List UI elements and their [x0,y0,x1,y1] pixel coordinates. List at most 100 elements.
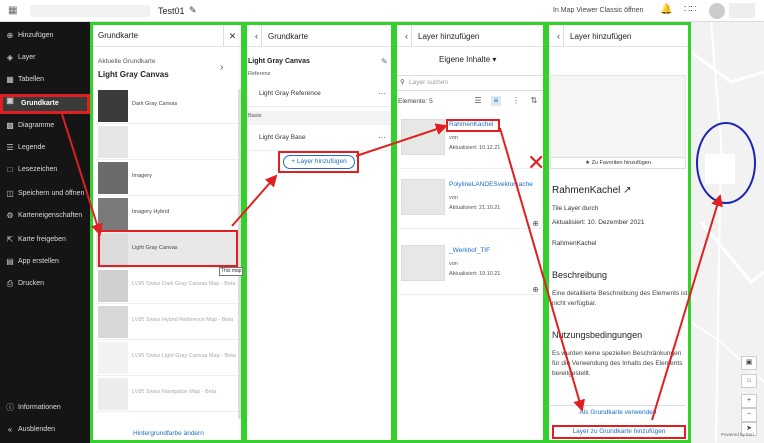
info-icon: ⓘ [6,403,14,412]
avatar[interactable] [709,3,725,19]
basemap-item[interactable]: Imagery [96,160,239,196]
legend-icon: ☰ [6,143,14,152]
basemap-item[interactable]: LV95 Swiss Light Gray Canvas Map - Beta [96,340,239,376]
nav-item-layer[interactable]: ◈ Layer [0,48,90,68]
map-credit: Powered by Esri [721,432,754,437]
chevron-right-icon[interactable]: › [220,62,223,73]
breadcrumb-redacted [30,5,150,17]
app-launcher-icon[interactable]: ▦ [8,6,18,16]
back-icon[interactable]: ‹ [252,25,262,47]
list-item[interactable]: PolylineLANDESvektorkache von Aktualisie… [399,177,541,229]
table-icon: ▦ [6,75,14,84]
external-link-icon[interactable]: ↗ [623,185,631,196]
user-name-redacted[interactable] [729,3,755,18]
more-options-icon[interactable]: ··· [378,125,386,151]
home-icon[interactable]: ⌂ [741,374,757,388]
scrollbar[interactable] [238,89,241,419]
use-as-basemap-button[interactable]: Als Grundkarte verwenden [550,405,686,419]
item-owner: von [449,195,458,201]
zoom-in-button[interactable]: + [741,394,757,408]
item-updated: Aktualisiert: 19.10.21 [449,271,501,277]
more-options-icon[interactable]: ··· [378,81,386,107]
chevron-down-icon: ▾ [492,55,497,64]
panel-header: ‹ Layer hinzufügen [397,25,543,47]
nav-item-app-erstellen[interactable]: ▤ App erstellen [0,252,90,272]
nav-item-karte-freigeben[interactable]: ⇱ Karte freigeben [0,230,90,250]
item-type: Tile Layer durch [552,205,599,212]
item-title[interactable]: PolylineLANDESvektorkache [449,181,533,188]
panel-title: Layer hinzufügen [418,32,480,41]
list-view-icon[interactable]: ☰ [473,96,483,106]
item-owner: von [449,135,458,141]
nav-item-legende[interactable]: ☰ Legende [0,138,90,158]
list-item[interactable]: _Werkhof_TIF von Aktualisiert: 19.10.21 … [399,243,541,295]
nav-item-karteneigenschaften[interactable]: ⚙ Karteneigenschaften [0,206,90,226]
basemap-item[interactable]: LV95 Swiss Dark Gray Canvas Map - Beta [96,268,239,304]
open-classic-link[interactable]: In Map Viewer Classic öffnen [553,7,643,14]
add-favorite-button[interactable]: ★ Zu Favoriten hinzufügen [550,157,686,169]
basemap-item[interactable]: Imagery Hybrid [96,196,239,232]
filter-icon[interactable]: ⋮ [511,96,521,106]
annotation-red-x: ✕ [527,150,546,175]
description-heading: Beschreibung [552,270,608,280]
nav-item-grundkarte[interactable]: ▣ Grundkarte [0,94,90,114]
add-item-icon[interactable]: ⊕ [532,285,539,294]
basemap-icon: ▣ [6,96,14,105]
content-source-dropdown[interactable]: Eigene Inhalte ▾ [439,55,496,64]
basemap-gallery-panel: Grundkarte ✕ Aktuelle Grundkarte Light G… [90,22,244,443]
top-bar: ▦ Test01 ✎ In Map Viewer Classic öffnen … [0,0,764,22]
add-layer-panel: ‹ Layer hinzufügen Eigene Inhalte ▾ ⚲ Laye… [394,22,546,443]
basemap-item[interactable]: LV95 Swiss Navigation Map - Beta [96,376,239,412]
locate-icon[interactable]: ▣ [741,356,757,370]
nav-item-diagramme[interactable]: ▩ Diagramme [0,116,90,136]
compact-list-icon[interactable]: ≡ [491,96,501,106]
basemap-item[interactable]: LV95 Swiss Hybrid Reference Map - Beta [96,304,239,340]
nav-item-drucken[interactable]: ⎙ Drucken [0,274,90,294]
search-input[interactable]: ⚲ Layer suchen [397,75,543,91]
item-title[interactable]: _Werkhof_TIF [449,247,490,254]
item-owner: von [449,261,458,267]
item-details-panel: ‹ Layer hinzufügen ★ Zu Favoriten hinzufü… [546,22,691,443]
edit-title-icon[interactable]: ✎ [189,5,197,16]
annotation-red-box [98,230,238,267]
chart-icon: ▩ [6,121,14,130]
apps-grid-icon[interactable]: ∷∷ [684,4,697,15]
nav-item-hinzufuegen[interactable]: ⊕ Hinzufügen [0,26,90,46]
add-item-icon[interactable]: ⊕ [532,219,539,228]
basemap-item[interactable]: Dark Gray Canvas [96,88,239,124]
annotation-red-box [278,151,359,173]
save-icon: ◫ [6,189,14,198]
add-to-basemap-button[interactable]: Layer zu Grundkarte hinzufügen [552,425,686,439]
collapse-icon: « [7,425,13,434]
change-background-link[interactable]: Hintergrundfarbe ändern [133,430,204,437]
share-icon: ⇱ [6,235,14,244]
current-basemap-name[interactable]: Light Gray Canvas [98,70,169,79]
layer-row-base[interactable]: Light Gray Base ··· [247,125,391,151]
terms-text: Es wurden keine speziellen Beschränkunge… [552,350,683,377]
nav-item-lesezeichen[interactable]: □ Lesezeichen [0,160,90,180]
nav-item-tabellen[interactable]: ▦ Tabellen [0,70,90,90]
close-icon[interactable]: ✕ [223,25,241,47]
item-thumbnail [401,119,445,155]
back-icon[interactable]: ‹ [554,25,564,47]
tooltip: This map [219,267,243,276]
item-thumbnail [401,179,445,215]
nav-item-informationen[interactable]: ⓘ Informationen [0,398,90,418]
edit-icon[interactable]: ✎ [381,57,388,66]
notification-bell-icon[interactable]: 🔔 [660,4,672,16]
app-icon: ▤ [6,257,14,266]
panel-title: Grundkarte [98,31,139,40]
map-view[interactable]: ▣ ⌂ + − ➤ Powered by Esri [691,22,764,443]
zoom-out-button[interactable]: − [741,408,757,422]
nav-item-speichern[interactable]: ◫ Speichern und öffnen [0,184,90,204]
basemap-item[interactable] [96,124,239,160]
current-basemap-label: Aktuelle Grundkarte [98,58,156,65]
basemap-thumbnail [98,270,128,302]
nav-item-ausblenden[interactable]: «Ausblenden [0,420,90,440]
panel-header: ‹ Layer hinzufügen [549,25,688,47]
sort-icon[interactable]: ⇅ [529,96,539,106]
back-icon[interactable]: ‹ [402,25,412,47]
layer-row-reference[interactable]: Light Gray Reference ··· [247,81,391,107]
search-icon: ⚲ [400,79,405,86]
basemap-name: Light Gray Canvas [248,58,310,65]
